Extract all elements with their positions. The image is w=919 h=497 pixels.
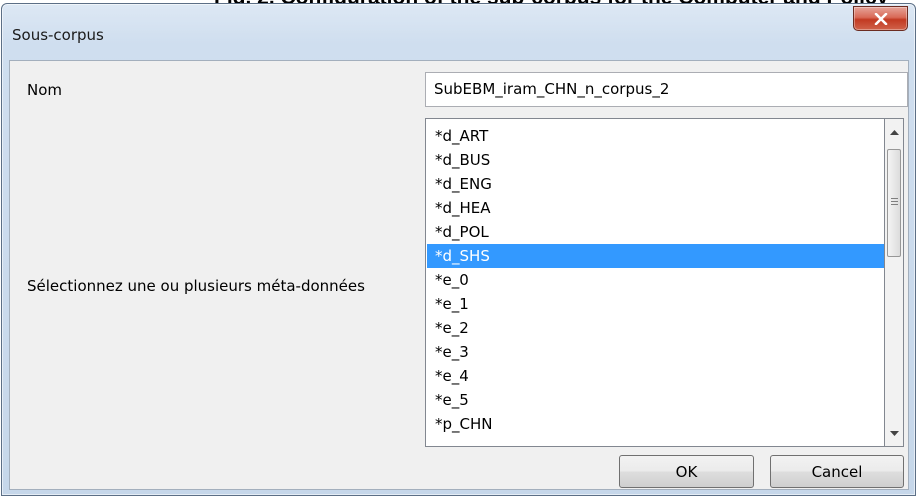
scroll-thumb[interactable]	[887, 149, 901, 257]
nom-input[interactable]: SubEBM_iram_CHN_n_corpus_2	[425, 72, 908, 107]
arrow-down-icon	[889, 430, 899, 436]
window-title: Sous-corpus	[12, 26, 104, 44]
metadata-list-item[interactable]: *e_5	[427, 388, 884, 412]
cancel-button[interactable]: Cancel	[770, 455, 904, 488]
metadata-listbox[interactable]: *d_ART *d_BUS *d_ENG *d_HEA *d_POL *d_SHS *e_0…	[425, 118, 885, 447]
metadata-list-item[interactable]: *e_0	[427, 268, 884, 292]
metadata-list-item[interactable]: *d_ENG	[427, 172, 884, 196]
metadata-list-item[interactable]: *e_2	[427, 316, 884, 340]
metadata-list-item[interactable]: *e_3	[427, 340, 884, 364]
metadata-list-item[interactable]: *e_4	[427, 364, 884, 388]
metadata-list: *d_ART *d_BUS *d_ENG *d_HEA *d_POL *d_SHS *e_0…	[427, 124, 884, 436]
metadata-label: Sélectionnez une ou plusieurs méta-donné…	[27, 277, 365, 295]
metadata-list-item[interactable]: *d_ART	[427, 124, 884, 148]
dialog-window: Sous-corpus Nom SubEBM_iram_CHN_n_corpus…	[1, 3, 916, 496]
listbox-scrollbar[interactable]	[885, 118, 904, 447]
arrow-up-icon	[889, 129, 899, 135]
close-button[interactable]	[853, 6, 908, 31]
metadata-list-item[interactable]: *d_BUS	[427, 148, 884, 172]
metadata-list-item[interactable]: *e_1	[427, 292, 884, 316]
metadata-list-item[interactable]: *d_SHS	[427, 244, 884, 268]
thumb-grip-icon	[891, 198, 898, 207]
ok-button[interactable]: OK	[619, 455, 754, 488]
metadata-list-item[interactable]: *d_POL	[427, 220, 884, 244]
close-icon	[874, 12, 887, 25]
scroll-down-button[interactable]	[885, 424, 903, 442]
title-bar[interactable]: Sous-corpus	[2, 4, 915, 56]
metadata-list-item[interactable]: *p_CHN	[427, 412, 884, 436]
nom-label: Nom	[27, 81, 63, 99]
dialog-body: Nom SubEBM_iram_CHN_n_corpus_2 Sélection…	[9, 60, 909, 490]
scroll-up-button[interactable]	[885, 123, 903, 141]
metadata-list-item[interactable]: *d_HEA	[427, 196, 884, 220]
